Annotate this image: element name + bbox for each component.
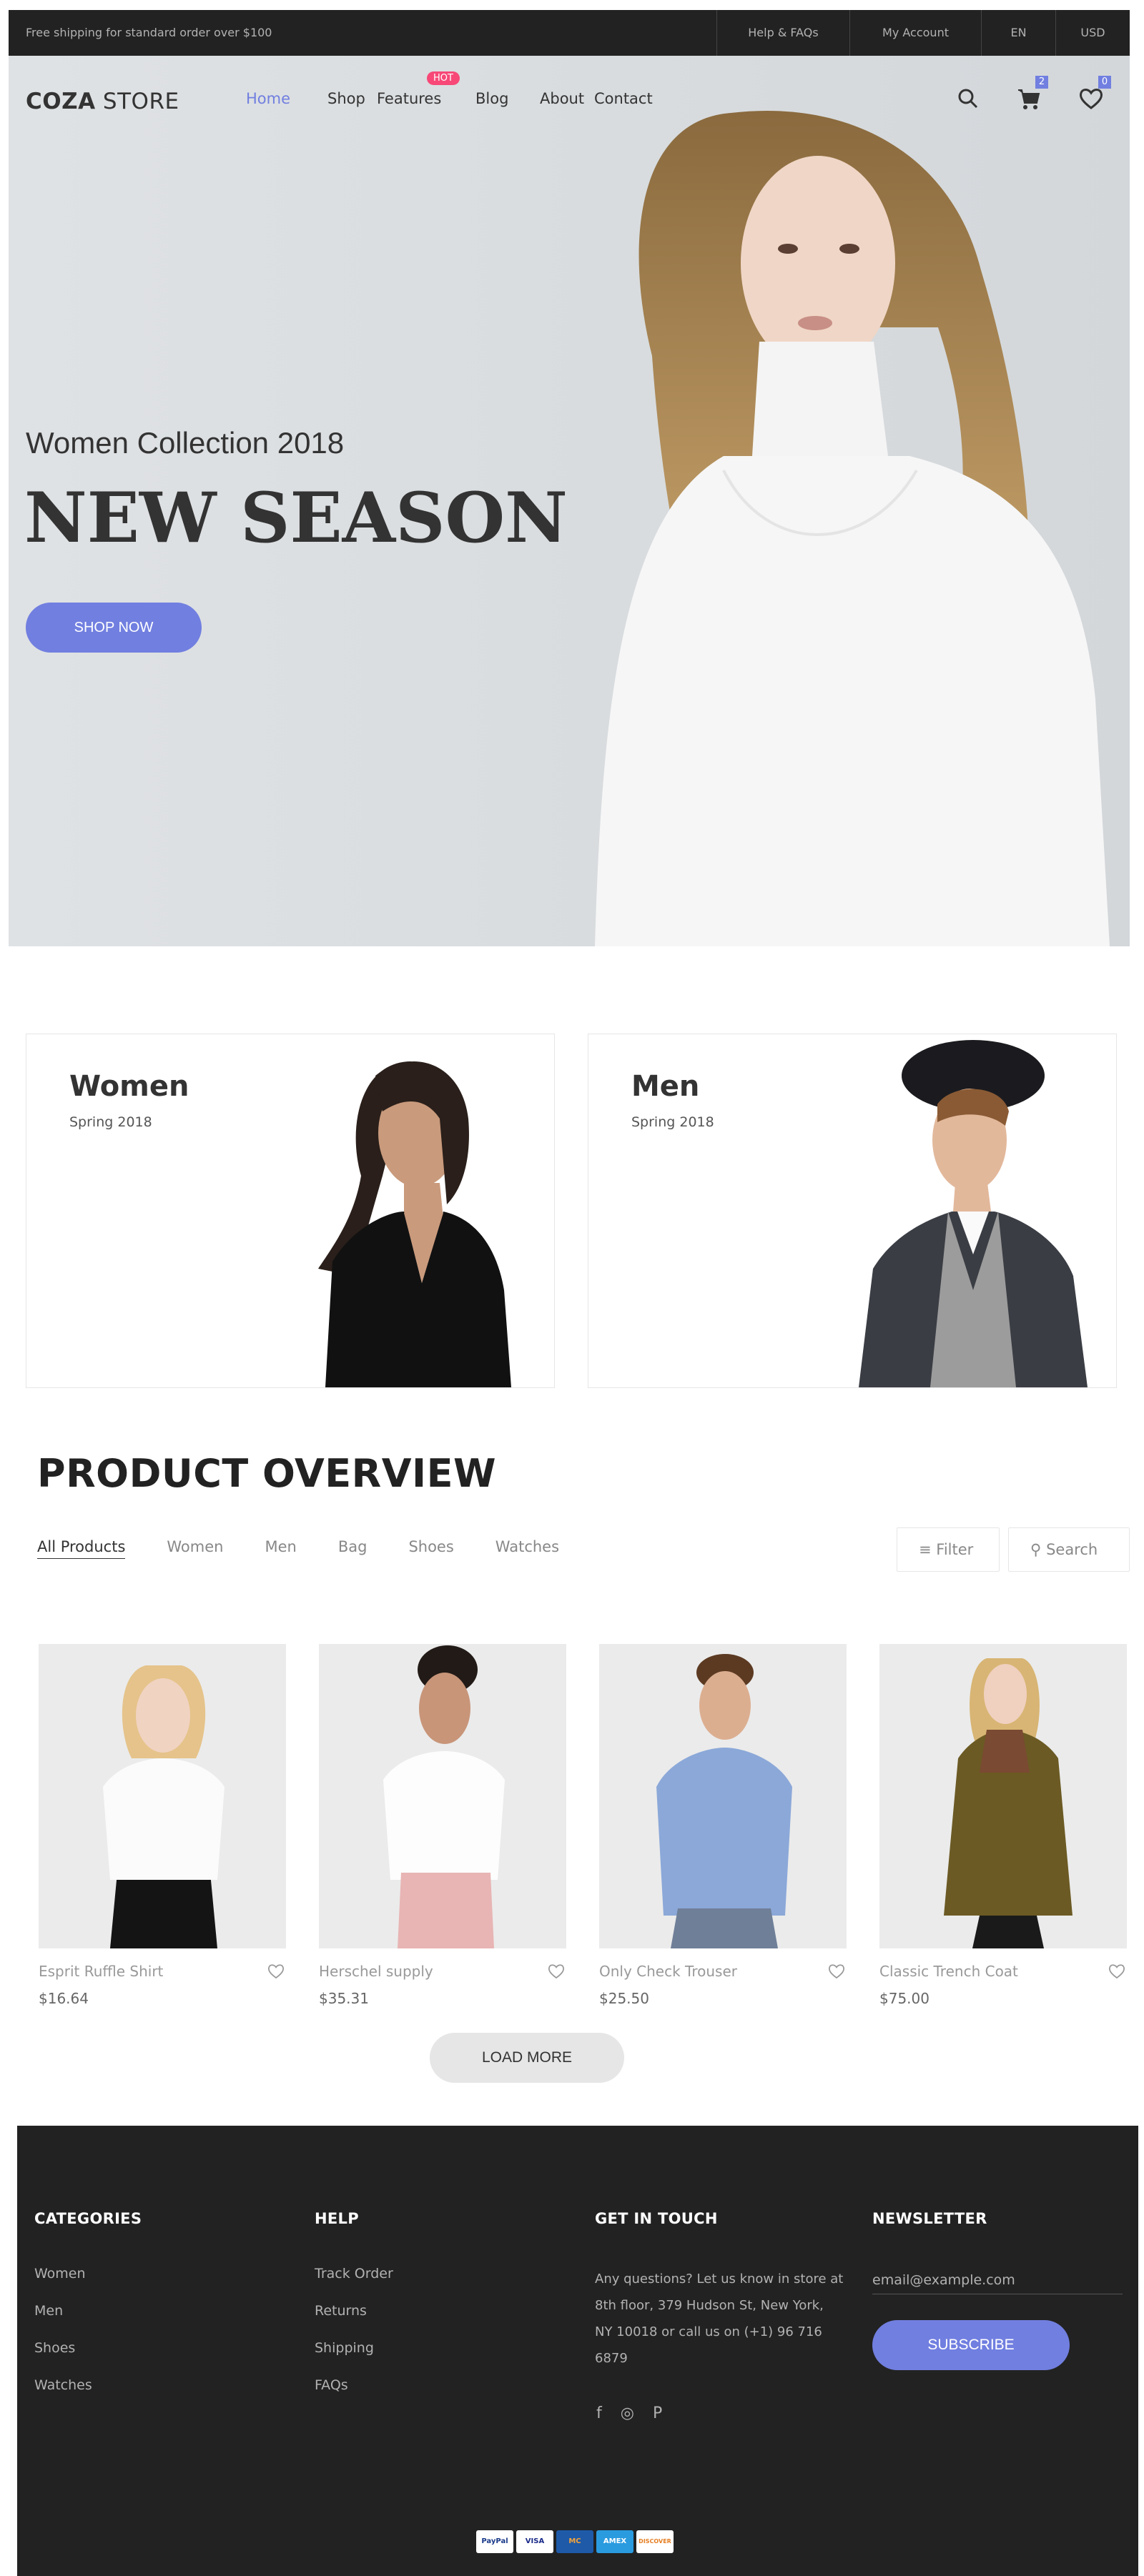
- hero-slider: COZA STORE Home Shop Features HOT Blog Ab…: [9, 56, 1130, 946]
- product-image[interactable]: [879, 1644, 1127, 1948]
- currency-selector[interactable]: USD: [1055, 10, 1130, 56]
- filter-women[interactable]: Women: [167, 1538, 223, 1559]
- filter-button[interactable]: ≡ Filter: [897, 1527, 1000, 1572]
- load-more-button[interactable]: LOAD MORE: [430, 2033, 624, 2083]
- payment-icons: PayPal VISA MC AMEX DISCOVER: [476, 2530, 674, 2553]
- product-card[interactable]: Only Check Trouser $25.50: [599, 1644, 847, 2007]
- search-toggle-button[interactable]: ⚲ Search: [1008, 1527, 1130, 1572]
- banner-title: Men: [631, 1070, 700, 1103]
- product-filter-tabs: All Products Women Men Bag Shoes Watches: [37, 1538, 601, 1559]
- discover-icon: DISCOVER: [636, 2530, 674, 2553]
- contact-text: Any questions? Let us know in store at 8…: [595, 2272, 844, 2366]
- filter-all-products[interactable]: All Products: [37, 1538, 126, 1559]
- instagram-icon[interactable]: ◎: [621, 2404, 634, 2422]
- product-image[interactable]: [599, 1644, 847, 1948]
- banner-men[interactable]: Men Spring 2018: [588, 1034, 1117, 1388]
- search-icon[interactable]: [954, 84, 982, 113]
- product-name[interactable]: Classic Trench Coat: [879, 1963, 1018, 1980]
- footer-heading: NEWSLETTER: [872, 2210, 987, 2227]
- nav-about[interactable]: About: [540, 90, 594, 107]
- footer-link[interactable]: Shipping: [315, 2340, 393, 2356]
- banner-title: Women: [69, 1070, 189, 1103]
- subscribe-button[interactable]: SUBSCRIBE: [872, 2320, 1070, 2370]
- footer-heading: CATEGORIES: [34, 2210, 142, 2227]
- product-image[interactable]: [319, 1644, 566, 1948]
- product-name[interactable]: Esprit Ruffle Shirt: [39, 1963, 163, 1980]
- shop-now-button[interactable]: SHOP NOW: [26, 603, 202, 653]
- footer-heading: HELP: [315, 2210, 359, 2227]
- banner-women[interactable]: Women Spring 2018: [26, 1034, 555, 1388]
- shipping-notice: Free shipping for standard order over $1…: [26, 26, 272, 39]
- wishlist-heart-icon[interactable]: [546, 1961, 566, 1981]
- main-header: COZA STORE Home Shop Features HOT Blog Ab…: [9, 56, 1130, 146]
- product-price: $35.31: [319, 1990, 369, 2007]
- site-footer: CATEGORIES Women Men Shoes Watches HELP …: [17, 2126, 1138, 2576]
- product-name[interactable]: Only Check Trouser: [599, 1963, 737, 1980]
- amex-icon: AMEX: [596, 2530, 633, 2553]
- my-account-link[interactable]: My Account: [849, 10, 981, 56]
- wishlist-count-badge: 0: [1098, 76, 1111, 89]
- footer-link[interactable]: Women: [34, 2266, 142, 2282]
- wishlist-heart-icon[interactable]: [827, 1961, 847, 1981]
- product-price: $75.00: [879, 1990, 930, 2007]
- banner-women-image: [318, 1061, 511, 1387]
- wishlist-heart-icon[interactable]: [1107, 1961, 1127, 1981]
- footer-newsletter: NEWSLETTER: [872, 2210, 987, 2227]
- wishlist-heart-icon[interactable]: [266, 1961, 286, 1981]
- filter-men[interactable]: Men: [265, 1538, 296, 1559]
- heart-icon[interactable]: 0: [1077, 76, 1111, 113]
- top-bar-links: Help & FAQs My Account EN USD: [716, 10, 1130, 56]
- pinterest-icon[interactable]: P: [653, 2404, 662, 2422]
- social-links: f ◎ P: [596, 2404, 662, 2422]
- banner-men-image: [859, 1040, 1088, 1387]
- product-image[interactable]: [39, 1644, 286, 1948]
- banner-subtitle: Spring 2018: [631, 1114, 714, 1130]
- product-price: $25.50: [599, 1990, 649, 2007]
- footer-link[interactable]: FAQs: [315, 2377, 393, 2393]
- filter-bag[interactable]: Bag: [338, 1538, 368, 1559]
- product-card[interactable]: Classic Trench Coat $75.00: [879, 1644, 1127, 2007]
- footer-link[interactable]: Returns: [315, 2303, 393, 2319]
- footer-link[interactable]: Watches: [34, 2377, 142, 2393]
- newsletter-email-input[interactable]: [872, 2266, 1123, 2294]
- nav-blog[interactable]: Blog: [475, 90, 540, 107]
- store-logo[interactable]: COZA STORE: [26, 89, 179, 114]
- filter-watches[interactable]: Watches: [495, 1538, 559, 1559]
- footer-categories: CATEGORIES Women Men Shoes Watches: [34, 2210, 142, 2414]
- main-nav: Home Shop Features HOT Blog About Contact: [246, 71, 666, 107]
- hero-subtitle: Women Collection 2018: [26, 426, 345, 460]
- nav-features[interactable]: Features HOT: [377, 71, 475, 107]
- banner-subtitle: Spring 2018: [69, 1114, 152, 1130]
- footer-contact: GET IN TOUCH Any questions? Let us know …: [595, 2210, 845, 2372]
- hero-title: NEW SEASON: [24, 477, 568, 558]
- top-bar: Free shipping for standard order over $1…: [9, 10, 1130, 56]
- footer-link[interactable]: Men: [34, 2303, 142, 2319]
- cart-count-badge: 2: [1035, 76, 1048, 89]
- product-name[interactable]: Herschel supply: [319, 1963, 433, 1980]
- product-card[interactable]: Esprit Ruffle Shirt $16.64: [39, 1644, 286, 2007]
- paypal-icon: PayPal: [476, 2530, 513, 2553]
- product-card[interactable]: Herschel supply $35.31: [319, 1644, 566, 2007]
- visa-icon: VISA: [516, 2530, 553, 2553]
- cart-icon[interactable]: 2: [1014, 76, 1048, 113]
- hot-badge: HOT: [427, 71, 460, 85]
- nav-home[interactable]: Home: [246, 90, 327, 107]
- filter-shoes[interactable]: Shoes: [408, 1538, 453, 1559]
- language-selector[interactable]: EN: [981, 10, 1055, 56]
- product-price: $16.64: [39, 1990, 89, 2007]
- help-faqs-link[interactable]: Help & FAQs: [716, 10, 849, 56]
- filter-icon: ≡: [919, 1541, 937, 1558]
- mastercard-icon: MC: [556, 2530, 593, 2553]
- section-title: PRODUCT OVERVIEW: [37, 1451, 497, 1496]
- footer-help: HELP Track Order Returns Shipping FAQs: [315, 2210, 393, 2414]
- footer-link[interactable]: Shoes: [34, 2340, 142, 2356]
- footer-link[interactable]: Track Order: [315, 2266, 393, 2282]
- footer-heading: GET IN TOUCH: [595, 2210, 718, 2227]
- facebook-icon[interactable]: f: [596, 2404, 602, 2422]
- search-icon: ⚲: [1030, 1541, 1047, 1558]
- nav-contact[interactable]: Contact: [594, 90, 666, 107]
- nav-shop[interactable]: Shop: [327, 90, 377, 107]
